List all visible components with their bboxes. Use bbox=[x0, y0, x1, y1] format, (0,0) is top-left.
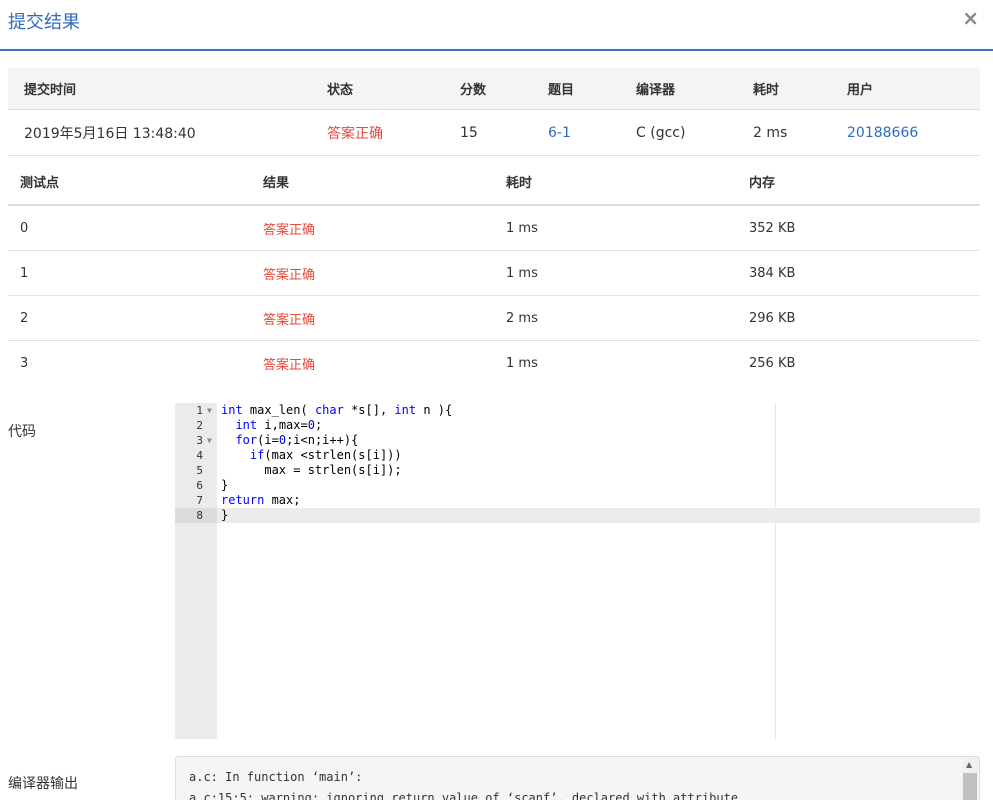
tests-header-row: 测试点 结果 耗时 内存 bbox=[8, 158, 980, 206]
header-problem: 题目 bbox=[548, 83, 575, 98]
line-number: 8 bbox=[175, 508, 217, 523]
submit-time: 2019年5月16日 13:48:40 bbox=[24, 125, 196, 142]
line-number: 4 bbox=[196, 449, 203, 462]
code-line: 1 ▼ int max_len( char *s[], int n ){ bbox=[175, 403, 980, 418]
compiler-line: a.c: In function ‘main’: bbox=[189, 770, 363, 784]
test-result: 答案正确 bbox=[263, 222, 316, 238]
test-memory: 296 KB bbox=[749, 310, 796, 326]
test-time: 1 ms bbox=[506, 356, 538, 371]
code-text: return max; bbox=[221, 493, 301, 507]
compiler-name: C (gcc) bbox=[636, 124, 686, 141]
close-icon[interactable]: × bbox=[962, 6, 979, 30]
header-memory: 内存 bbox=[749, 175, 776, 191]
modal-header: 提交结果 × bbox=[0, 0, 993, 51]
summary-header-row: 提交时间 状态 分数 题目 编译器 耗时 用户 bbox=[8, 68, 980, 110]
fold-arrow-icon[interactable]: ▼ bbox=[207, 433, 212, 448]
test-case-id: 2 bbox=[20, 310, 29, 326]
code-line: 3 ▼ for(i=0;i<n;i++){ bbox=[175, 433, 980, 448]
test-memory: 384 KB bbox=[749, 265, 796, 281]
user-link[interactable]: 20188666 bbox=[847, 110, 918, 155]
code-line: 6 } bbox=[175, 478, 980, 493]
test-case-id: 0 bbox=[20, 220, 29, 236]
test-result: 答案正确 bbox=[263, 358, 316, 373]
code-text: for(i=0;i<n;i++){ bbox=[235, 433, 359, 447]
test-time: 1 ms bbox=[506, 265, 538, 281]
header-compiler: 编译器 bbox=[636, 83, 676, 98]
line-number: 2 bbox=[196, 419, 203, 432]
scrollbar[interactable]: ▲ bbox=[962, 758, 978, 800]
header-duration: 耗时 bbox=[753, 83, 780, 98]
test-result: 答案正确 bbox=[263, 267, 316, 283]
test-cases-table: 测试点 结果 耗时 内存 0 答案正确 1 ms 352 KB 1 答案正确 1… bbox=[8, 158, 980, 386]
scrollbar-thumb[interactable] bbox=[963, 773, 977, 800]
code-line: 2 int i,max=0; bbox=[175, 418, 980, 433]
header-score: 分数 bbox=[460, 83, 487, 98]
test-memory: 256 KB bbox=[749, 356, 796, 371]
test-memory: 352 KB bbox=[749, 220, 796, 236]
code-editor[interactable]: 1 ▼ int max_len( char *s[], int n ){ 2 i… bbox=[175, 403, 980, 739]
code-text: int i,max=0; bbox=[235, 418, 323, 432]
compiler-output-box[interactable]: a.c: In function ‘main’: a.c:15:5: warni… bbox=[175, 756, 980, 800]
header-status: 状态 bbox=[327, 83, 354, 98]
code-line: 5 max = strlen(s[i]); bbox=[175, 463, 980, 478]
problem-link[interactable]: 6-1 bbox=[548, 110, 571, 155]
compiler-output-text: a.c: In function ‘main’: a.c:15:5: warni… bbox=[189, 767, 738, 800]
header-user: 用户 bbox=[847, 83, 874, 98]
line-number: 6 bbox=[196, 479, 203, 492]
code-text: int max_len( char *s[], int n ){ bbox=[221, 403, 453, 417]
code-label: 代码 bbox=[8, 424, 36, 440]
header-result: 结果 bbox=[263, 175, 290, 191]
code-text: } bbox=[221, 508, 229, 522]
compiler-line: a.c:15:5: warning: ignoring return value… bbox=[189, 791, 739, 800]
table-row: 2 答案正确 2 ms 296 KB bbox=[8, 296, 980, 341]
line-number: 5 bbox=[196, 464, 203, 477]
test-case-id: 3 bbox=[20, 356, 29, 371]
scroll-up-icon[interactable]: ▲ bbox=[966, 760, 972, 769]
code-line: 4 if(max <strlen(s[i])) bbox=[175, 448, 980, 463]
table-row: 3 答案正确 1 ms 256 KB bbox=[8, 341, 980, 386]
table-row: 0 答案正确 1 ms 352 KB bbox=[8, 206, 980, 251]
score: 15 bbox=[460, 124, 478, 141]
code-text: if(max <strlen(s[i])) bbox=[249, 448, 402, 462]
table-row: 1 答案正确 1 ms 384 KB bbox=[8, 251, 980, 296]
code-line: 7 return max; bbox=[175, 493, 980, 508]
fold-arrow-icon[interactable]: ▼ bbox=[207, 403, 212, 418]
status-badge: 答案正确 bbox=[327, 125, 383, 142]
code-text: max = strlen(s[i]); bbox=[221, 463, 402, 477]
line-number: 7 bbox=[196, 494, 203, 507]
duration: 2 ms bbox=[753, 124, 788, 141]
modal-title: 提交结果 bbox=[8, 12, 80, 33]
test-result: 答案正确 bbox=[263, 312, 316, 328]
code-text: } bbox=[221, 478, 229, 492]
test-time: 1 ms bbox=[506, 220, 538, 236]
compiler-output-label: 编译器输出 bbox=[8, 776, 78, 792]
submission-summary-table: 提交时间 状态 分数 题目 编译器 耗时 用户 2019年5月16日 13:48… bbox=[8, 68, 980, 156]
header-test-case: 测试点 bbox=[20, 175, 60, 191]
test-time: 2 ms bbox=[506, 310, 538, 326]
code-line-active: 8 } bbox=[175, 508, 980, 523]
summary-row: 2019年5月16日 13:48:40 答案正确 15 6-1 C (gcc) … bbox=[8, 110, 980, 156]
header-submit-time: 提交时间 bbox=[24, 83, 77, 98]
header-time: 耗时 bbox=[506, 175, 533, 191]
test-case-id: 1 bbox=[20, 265, 29, 281]
